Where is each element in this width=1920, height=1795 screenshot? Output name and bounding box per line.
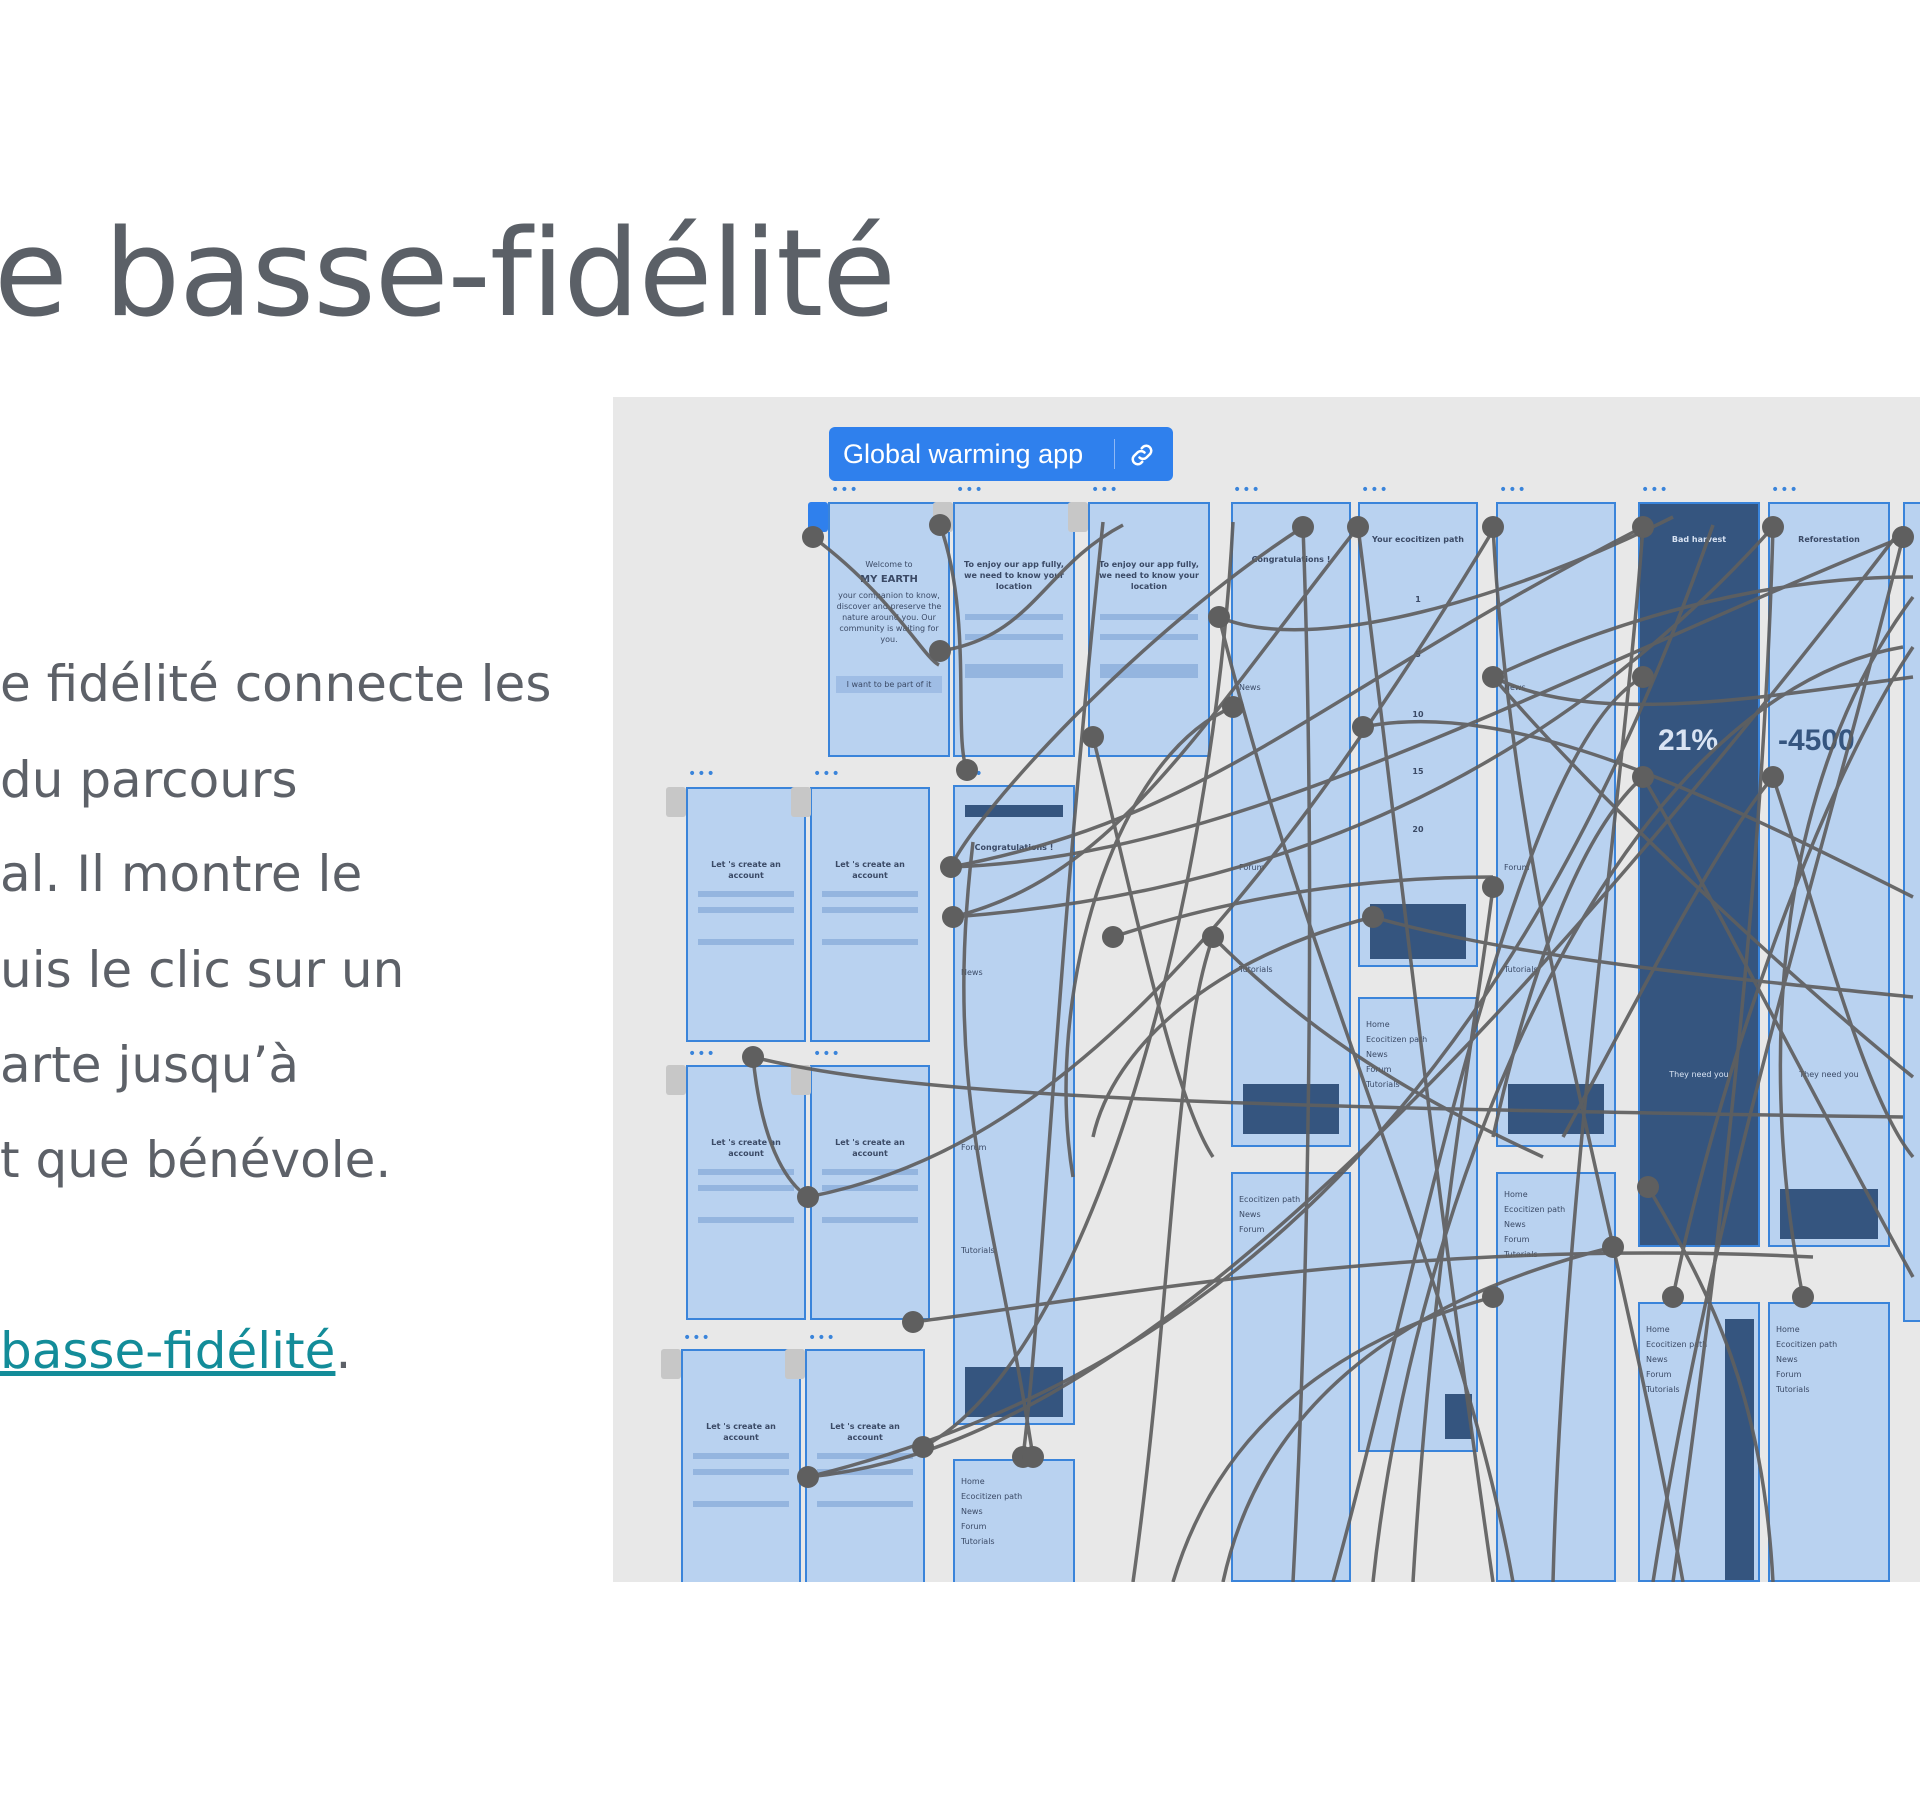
slide-title: e basse-fidélité [0,205,896,344]
body-line: t que bénévole. [0,1131,392,1189]
app-name-label: Global warming app [843,438,1084,469]
divider [1114,439,1115,469]
prototype-canvas-screenshot: Welcome to MY EARTH your companion to kn… [613,397,1920,1582]
body-line: uis le clic sur un [0,941,405,999]
global-warming-app-button[interactable]: Global warming app [829,427,1173,481]
body-line: al. Il montre le [0,845,363,903]
body-line: arte jusqu’à [0,1036,300,1094]
body-line: du parcours [0,751,298,809]
body-line: e fidélité connecte les [0,655,552,713]
prototype-flow-connections [742,514,1915,1582]
link-suffix: . [335,1322,352,1380]
link-icon[interactable] [1127,440,1157,470]
prototype-link-line: basse-fidélité. [0,1322,351,1380]
prototype-link[interactable]: basse-fidélité [0,1322,335,1380]
